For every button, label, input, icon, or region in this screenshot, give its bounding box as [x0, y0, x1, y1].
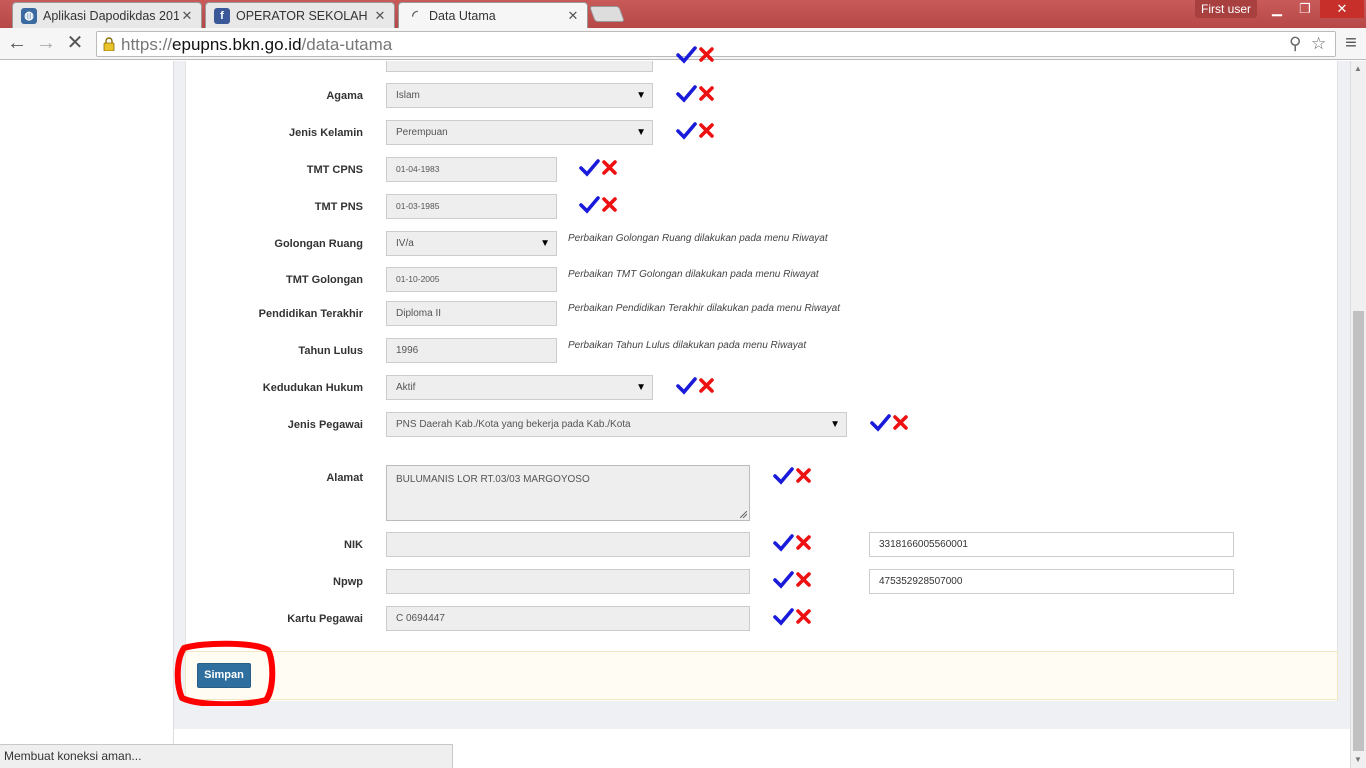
- tmt-golongan-field[interactable]: 01-10-2005: [386, 267, 557, 292]
- caret-down-icon: ▼: [636, 382, 646, 393]
- minimize-icon[interactable]: ▁: [1262, 0, 1292, 18]
- select-jenis-kelamin[interactable]: Perempuan ▼: [386, 120, 653, 145]
- scroll-down-icon[interactable]: ▼: [1354, 755, 1362, 764]
- status-bubble: Membuat koneksi aman...: [0, 744, 453, 768]
- label-kedudukan-hukum: Kedudukan Hukum: [262, 382, 363, 394]
- zoom-icon[interactable]: ⚲: [1289, 34, 1301, 54]
- page-scrollbar[interactable]: ▲ ▼: [1350, 61, 1366, 768]
- nik-new-input[interactable]: 3318166005560001: [869, 532, 1234, 557]
- label-jenis-pegawai: Jenis Pegawai: [287, 419, 363, 431]
- pendidikan-terakhir-field[interactable]: Diploma II: [386, 301, 557, 326]
- alamat-textarea[interactable]: BULUMANIS LOR RT.03/03 MARGOYOSO: [386, 465, 750, 521]
- bookmark-star-icon[interactable]: ☆: [1311, 34, 1326, 54]
- hint-pendidikan-terakhir: Perbaikan Pendidikan Terakhir dilakukan …: [568, 303, 841, 314]
- browser-toolbar: ← → ✕ https://epupns.bkn.go.id/data-utam…: [0, 28, 1366, 60]
- browser-titlebar: ◍ Aplikasi Dapodikdas 2015 ✕ f OPERATOR …: [0, 0, 1366, 28]
- caret-down-icon: ▼: [636, 90, 646, 101]
- forward-arrow-icon[interactable]: →: [34, 31, 58, 55]
- label-pendidikan-terakhir: Pendidikan Terakhir: [258, 308, 363, 320]
- npwp-field[interactable]: [386, 569, 750, 594]
- label-jenis-kelamin: Jenis Kelamin: [289, 127, 363, 139]
- scrollbar-thumb[interactable]: [1353, 311, 1364, 751]
- tab-operator-sekolah[interactable]: f OPERATOR SEKOLAH KEC ✕: [205, 2, 395, 28]
- loading-spinner-icon: ◜: [412, 7, 418, 23]
- profile-user-button[interactable]: First user: [1195, 0, 1257, 18]
- scroll-up-icon[interactable]: ▲: [1354, 64, 1362, 73]
- tahun-lulus-field[interactable]: 1996: [386, 338, 557, 363]
- label-golongan-ruang: Golongan Ruang: [274, 238, 363, 250]
- label-kartu-pegawai: Kartu Pegawai: [287, 613, 363, 625]
- restore-icon[interactable]: ❐: [1292, 0, 1318, 18]
- form-actions-panel: [185, 651, 1338, 700]
- hint-tmt-golongan: Perbaikan TMT Golongan dilakukan pada me…: [568, 269, 819, 280]
- kartu-pegawai-field[interactable]: C 0694447: [386, 606, 750, 631]
- red-annotation-circle: [174, 640, 276, 706]
- tab-aplikasi-dapodikdas[interactable]: ◍ Aplikasi Dapodikdas 2015 ✕: [12, 2, 202, 28]
- left-gutter: [0, 61, 174, 768]
- close-icon[interactable]: ✕: [372, 8, 388, 24]
- window-close-icon[interactable]: ✕: [1320, 0, 1364, 18]
- hint-tahun-lulus: Perbaikan Tahun Lulus dilakukan pada men…: [568, 340, 807, 351]
- facebook-icon: f: [214, 7, 230, 24]
- cutoff-field: [386, 61, 653, 72]
- lock-warning-icon: [103, 37, 115, 51]
- label-nik: NIK: [344, 539, 363, 551]
- select-agama[interactable]: Islam ▼: [386, 83, 653, 108]
- close-icon[interactable]: ✕: [565, 8, 581, 24]
- hint-golongan-ruang: Perbaikan Golongan Ruang dilakukan pada …: [568, 233, 828, 244]
- label-tmt-golongan: TMT Golongan: [286, 274, 363, 286]
- menu-hamburger-icon[interactable]: ≡: [1340, 31, 1362, 55]
- nik-field[interactable]: [386, 532, 750, 557]
- select-golongan-ruang[interactable]: IV/a ▼: [386, 231, 557, 256]
- form-panel: [185, 61, 1338, 701]
- label-agama: Agama: [326, 90, 363, 102]
- label-npwp: Npwp: [333, 576, 363, 588]
- tmt-pns-field[interactable]: 01-03-1985: [386, 194, 557, 219]
- caret-down-icon: ▼: [636, 127, 646, 138]
- new-tab-button[interactable]: [589, 6, 625, 22]
- label-tahun-lulus: Tahun Lulus: [298, 345, 363, 357]
- label-tmt-pns: TMT PNS: [314, 201, 363, 213]
- stop-loading-icon[interactable]: ✕: [63, 31, 87, 55]
- back-arrow-icon[interactable]: ←: [5, 31, 29, 55]
- select-jenis-pegawai[interactable]: PNS Daerah Kab./Kota yang bekerja pada K…: [386, 412, 847, 437]
- select-kedudukan-hukum[interactable]: Aktif ▼: [386, 375, 653, 400]
- caret-down-icon: ▼: [540, 238, 550, 249]
- caret-down-icon: ▼: [830, 419, 840, 430]
- globe-icon: ◍: [21, 7, 37, 24]
- resize-handle-icon[interactable]: [740, 511, 747, 518]
- tmt-cpns-field[interactable]: 01-04-1983: [386, 157, 557, 182]
- label-alamat: Alamat: [326, 472, 363, 484]
- address-bar[interactable]: https://epupns.bkn.go.id/data-utama ⚲ ☆: [96, 31, 1336, 57]
- label-tmt-cpns: TMT CPNS: [306, 164, 363, 176]
- tab-data-utama[interactable]: ◜ Data Utama ✕: [398, 2, 588, 28]
- url-text: https://epupns.bkn.go.id/data-utama: [121, 35, 393, 54]
- close-icon[interactable]: ✕: [179, 8, 195, 24]
- npwp-new-input[interactable]: 475352928507000: [869, 569, 1234, 594]
